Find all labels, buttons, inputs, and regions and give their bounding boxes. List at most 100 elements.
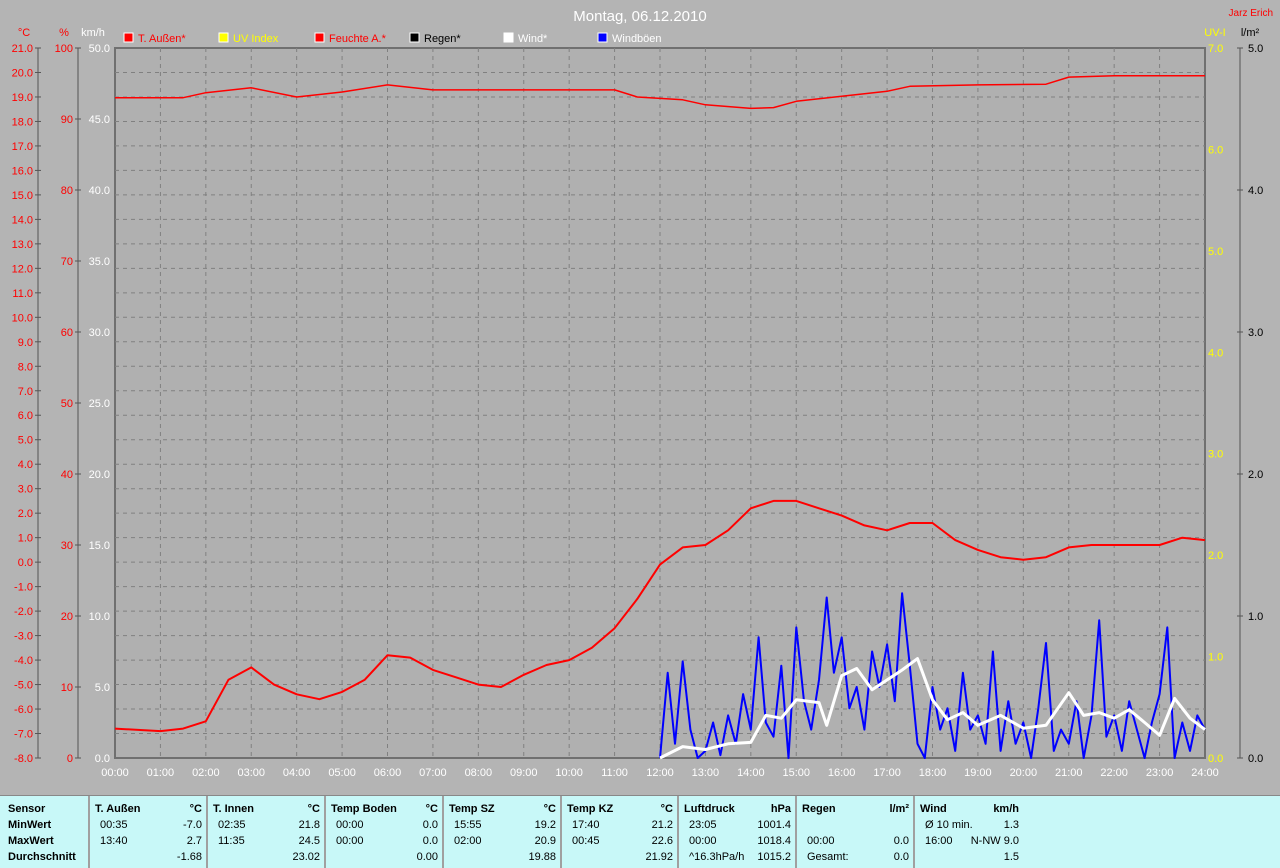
cell-value: 1001.4 [757,819,791,831]
cell-time: 13:40 [100,835,128,847]
temp-tick-label: 21.0 [12,43,33,55]
cell-time: 00:00 [807,835,835,847]
column-header: Regen [802,803,836,815]
x-tick-label: 12:00 [646,767,674,779]
wind-tick-label: 40.0 [89,185,110,197]
rain-tick-label: 2.0 [1248,469,1263,481]
column-header: Luftdruck [684,803,735,815]
column-header: Temp SZ [449,803,495,815]
legend-swatch [123,32,134,43]
hum-tick-label: 20 [61,611,73,623]
uv-tick-label: 4.0 [1208,347,1223,359]
temp-tick-label: 4.0 [18,459,33,471]
x-tick-label: 24:00 [1191,767,1219,779]
cell-value: 19.88 [528,851,556,863]
hum-tick-label: 0 [67,753,73,765]
row-label: Durchschnitt [8,851,76,863]
column-unit: l/m² [889,803,909,815]
wind-tick-label: 5.0 [95,682,110,694]
temp-tick-label: 19.0 [12,92,33,104]
temp-tick-label: 10.0 [12,312,33,324]
uv-tick-label: 0.0 [1208,753,1223,765]
x-tick-label: 06:00 [374,767,402,779]
hum-tick-label: 30 [61,540,73,552]
column-unit: °C [660,803,673,815]
x-tick-label: 16:00 [828,767,856,779]
table-column: Regen l/m² 00:00 0.0 Gesamt: 0.0 [795,796,915,868]
uv-tick-label: 3.0 [1208,449,1223,461]
column-header: Temp Boden [331,803,397,815]
temp-tick-label: 18.0 [12,116,33,128]
x-tick-label: 15:00 [782,767,810,779]
hum-tick-label: 10 [61,682,73,694]
wind-tick-label: 30.0 [89,327,110,339]
temp-tick-label: 20.0 [12,67,33,79]
temp-tick-label: 9.0 [18,337,33,349]
hum-tick-label: 90 [61,114,73,126]
legend-swatch [409,32,420,43]
wind-tick-label: 20.0 [89,469,110,481]
cell-time: 00:35 [100,819,128,831]
temp-tick-label: 12.0 [12,263,33,275]
column-header: T. Außen [95,803,141,815]
legend-label: Regen* [424,33,461,45]
x-tick-label: 21:00 [1055,767,1083,779]
cell-value: 19.2 [534,819,556,831]
temp-tick-label: 3.0 [18,484,33,496]
wind-tick-label: 10.0 [89,611,110,623]
temp-tick-label: 11.0 [12,288,33,300]
hum-tick-label: 40 [61,469,73,481]
cell-time: 23:05 [689,819,717,831]
temp-tick-label: -3.0 [14,631,33,643]
table-column: T. Außen °C 00:35 -7.0 13:40 2.7 -1.68 [88,796,208,868]
legend-swatch [314,32,325,43]
table-column: Temp KZ °C 17:40 21.2 00:45 22.6 21.92 [560,796,679,868]
rain-tick-label: 0.0 [1248,753,1263,765]
table-column: Luftdruck hPa 23:05 1001.4 00:00 1018.4 ^16.3h… [677,796,797,868]
row-label: Sensor [8,803,46,815]
cell-value: 21.8 [298,819,320,831]
axis-unit-temp: °C [18,27,30,39]
legend-swatch [597,32,608,43]
axis-unit-rain: l/m² [1241,27,1260,39]
cell-value: 0.0 [422,835,438,847]
row-label: MaxWert [8,835,54,847]
temp-tick-label: -2.0 [14,606,33,618]
wind-tick-label: 50.0 [89,43,110,55]
cell-time: 00:00 [336,835,364,847]
axis-unit-wind: km/h [81,27,105,39]
column-unit: °C [307,803,320,815]
x-tick-label: 02:00 [192,767,220,779]
cell-value: 2.7 [186,835,202,847]
x-tick-label: 08:00 [465,767,493,779]
cell-value: 1015.2 [757,851,791,863]
cell-time: Gesamt: [807,851,849,863]
temp-tick-label: -8.0 [14,753,33,765]
cell-value: 1.3 [1003,819,1019,831]
x-tick-label: 10:00 [555,767,583,779]
uv-tick-label: 1.0 [1208,652,1223,664]
cell-value: 1.5 [1003,851,1019,863]
x-tick-label: 00:00 [101,767,129,779]
x-tick-label: 18:00 [919,767,947,779]
hum-tick-label: 70 [61,256,73,268]
legend-swatch [218,32,229,43]
cell-value: 1018.4 [757,835,791,847]
cell-value: 24.5 [298,835,320,847]
temp-tick-label: -6.0 [14,704,33,716]
temp-tick-label: -7.0 [14,729,33,741]
x-tick-label: 07:00 [419,767,447,779]
cell-time: 00:00 [336,819,364,831]
cell-value: -7.0 [183,819,202,831]
column-header: Temp KZ [567,803,614,815]
table-column: T. Innen °C 02:35 21.8 11:35 24.5 23.02 [206,796,326,868]
wind-tick-label: 15.0 [89,540,110,552]
cell-time: ^16.3hPa/h [689,851,745,863]
cell-value: 21.2 [651,819,673,831]
x-tick-label: 03:00 [237,767,265,779]
cell-time: 16:00 [925,835,953,847]
column-unit: km/h [993,803,1019,815]
wind-tick-label: 35.0 [89,256,110,268]
x-tick-label: 17:00 [873,767,901,779]
table-column: Temp Boden °C 00:00 0.0 00:00 0.0 0.00 [324,796,444,868]
